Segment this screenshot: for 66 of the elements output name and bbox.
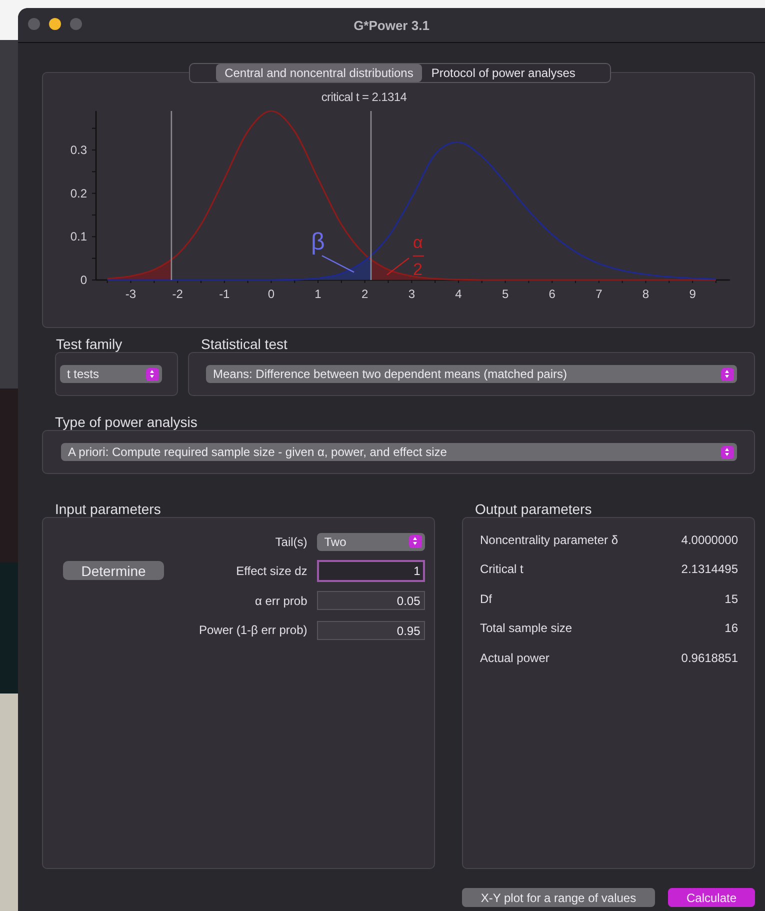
input-field[interactable]: 0.95 (317, 620, 426, 640)
field-label: Tail(s) (274, 534, 308, 549)
input-field[interactable]: 1 (317, 560, 426, 582)
x-tick-label: 3 (408, 287, 415, 301)
stepper-icon (721, 446, 734, 458)
input-field[interactable]: 0.05 (317, 591, 426, 610)
x-tick-label: 2 (362, 287, 368, 301)
tab[interactable]: Protocol of power analyses (422, 64, 584, 82)
leader-line (386, 258, 410, 276)
output-value: 15 (724, 592, 738, 606)
x-tick-label: -1 (219, 287, 230, 301)
tab[interactable]: Central and noncentral distributions (216, 64, 422, 82)
plot-button[interactable]: X-Y plot for a range of values (462, 888, 655, 907)
field-label: Power (1-β err prob) (199, 623, 308, 638)
section-label: Statistical test (201, 336, 288, 352)
output-label: Df (480, 592, 493, 606)
section-label: Input parameters (55, 501, 162, 517)
alpha-label: α (413, 233, 423, 252)
y-tick-label: 0.2 (70, 186, 87, 200)
beta-label: β (311, 228, 325, 256)
determine-button[interactable]: Determine (63, 561, 164, 580)
dropdown[interactable]: A priori: Compute required sample size - given α, power, and effect size (61, 443, 737, 461)
output-label: Total sample size (480, 621, 574, 636)
output-label: Actual power (480, 650, 550, 665)
x-tick-label: 0 (268, 287, 275, 301)
calculate-button[interactable]: Calculate (668, 888, 755, 907)
output-label: Noncentrality parameter δ (480, 532, 620, 547)
y-tick-label: 0.3 (70, 143, 87, 157)
window-title: G*Power 3.1 (354, 18, 430, 32)
output-value: 16 (724, 621, 738, 636)
minimize-button[interactable] (49, 18, 61, 30)
dropdown-value: Two (324, 534, 346, 549)
dropdown[interactable]: t tests (60, 365, 162, 383)
section-label: Test family (56, 336, 124, 352)
output-value: 4.0000000 (681, 532, 738, 547)
x-tick-label: 4 (455, 287, 462, 301)
x-tick-label: 6 (548, 287, 556, 301)
output-label: Critical t (480, 562, 524, 576)
output-value: 2.1314495 (681, 562, 738, 576)
x-tick-label: 8 (642, 287, 650, 301)
x-tick-label: 9 (689, 287, 696, 301)
leader-line (322, 255, 354, 273)
x-tick-label: 7 (596, 287, 602, 301)
y-tick-label: 0 (80, 273, 87, 287)
dropdown-value: Means: Difference between two dependent means (matched pairs) (213, 367, 567, 381)
x-tick-label: 5 (502, 287, 509, 301)
denominator-label: 2 (413, 260, 422, 279)
y-tick-label: 0.1 (70, 230, 87, 244)
dropdown[interactable]: Two (317, 532, 426, 551)
dropdown[interactable]: Means: Difference between two dependent means (matched pairs) (206, 365, 737, 383)
section-label: Output parameters (475, 501, 593, 517)
x-tick-label: 1 (314, 287, 322, 301)
dropdown-value: A priori: Compute required sample size - given α, power, and effect size (68, 445, 447, 459)
section-label: Type of power analysis (55, 414, 198, 430)
zoom-button[interactable] (70, 18, 82, 30)
field-label: α err prob (254, 594, 308, 608)
stepper-icon (409, 535, 422, 548)
stepper-icon (146, 368, 159, 380)
x-tick-label: -2 (172, 287, 183, 301)
field-label: Effect size dz (235, 564, 308, 578)
chart-title: critical t = 2.1314 (321, 90, 407, 104)
stepper-icon (721, 368, 734, 380)
dropdown-value: t tests (67, 367, 100, 381)
output-value: 0.9618851 (681, 650, 738, 665)
x-tick-label: -3 (125, 287, 136, 301)
close-button[interactable] (28, 18, 40, 30)
